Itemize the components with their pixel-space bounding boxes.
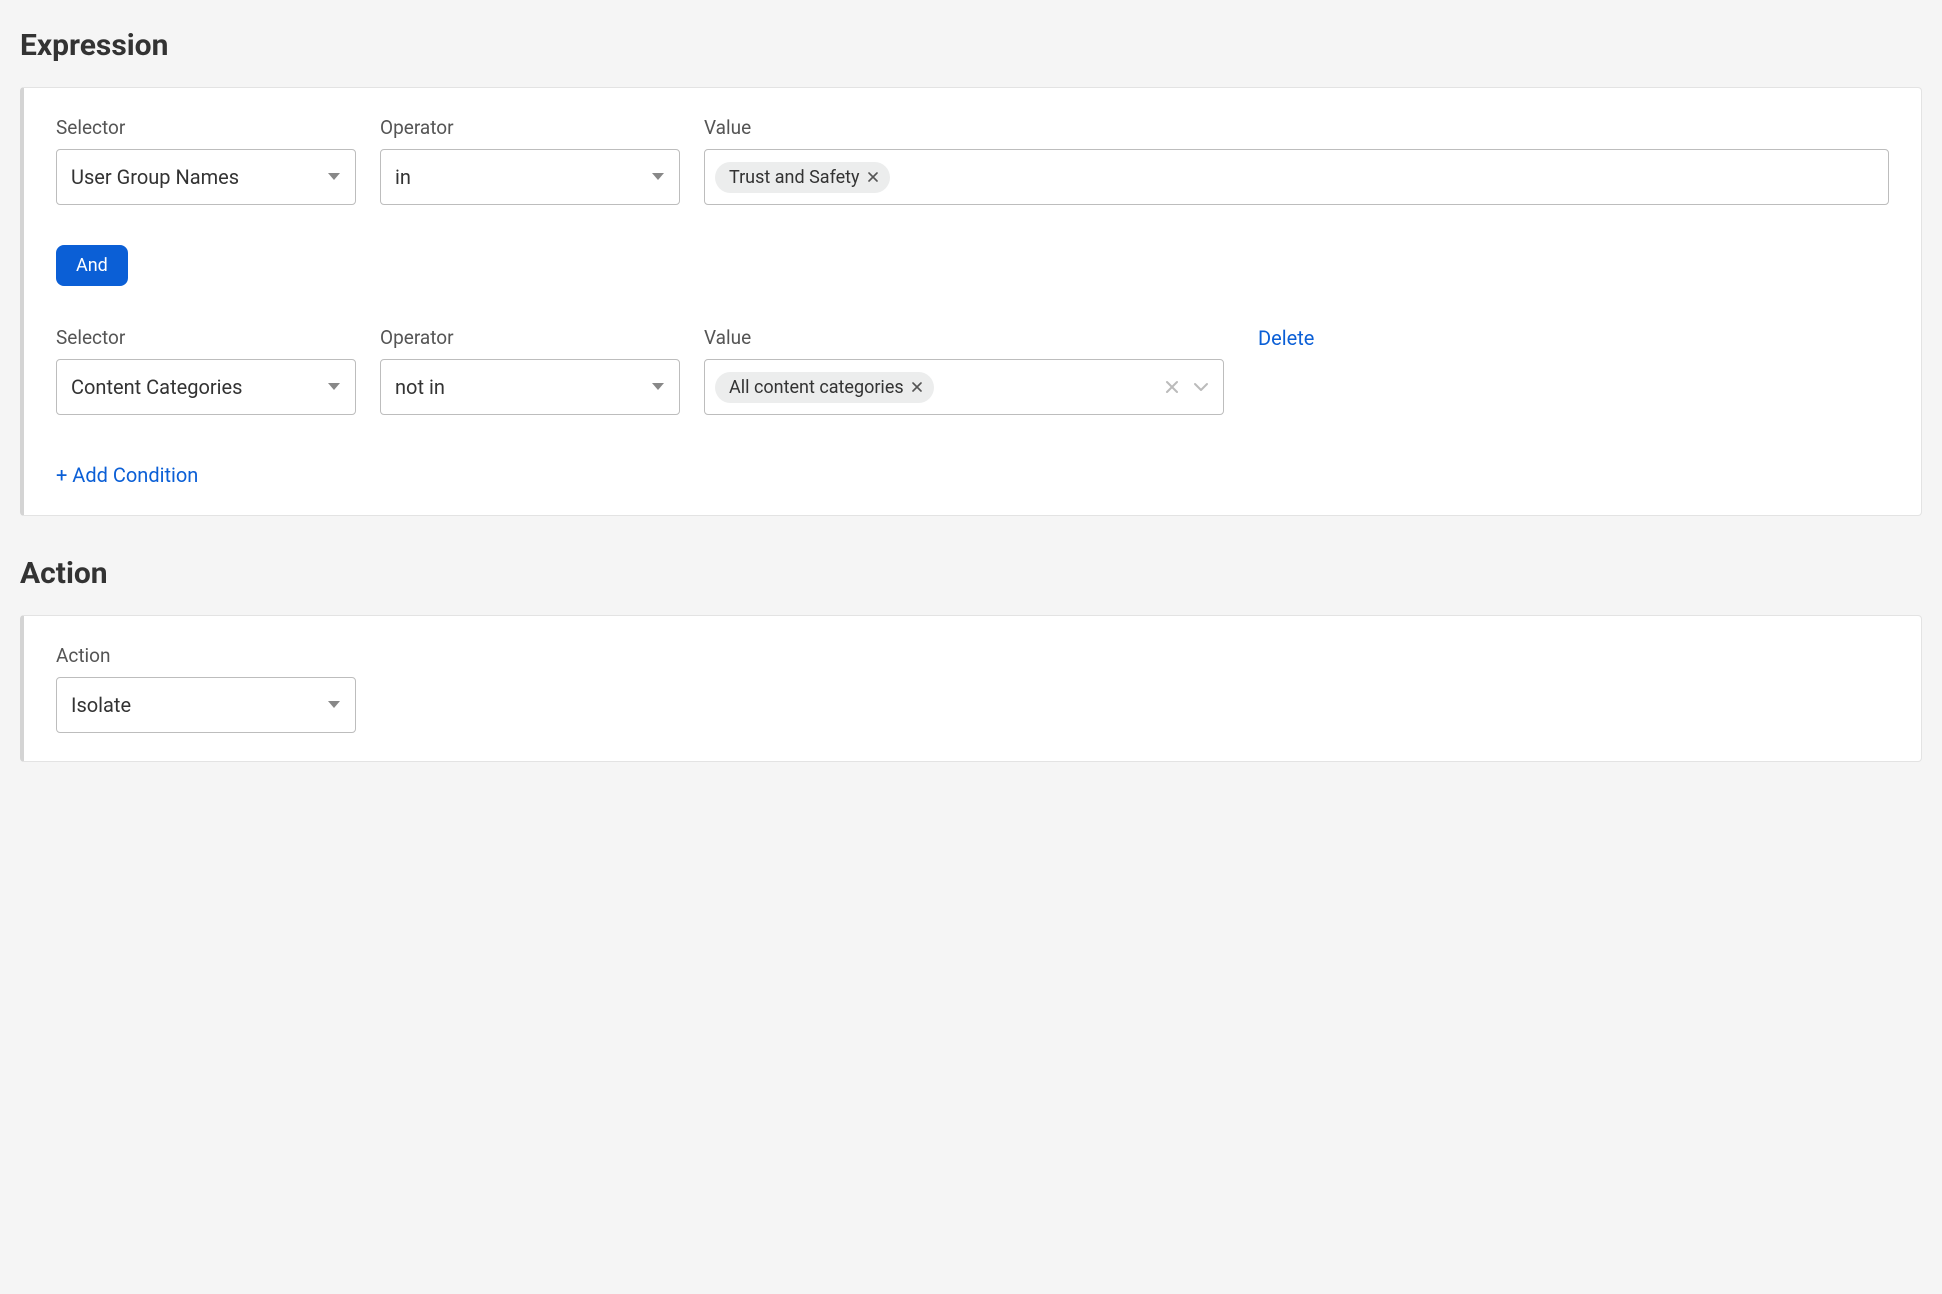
value-tag: All content categories [715, 372, 934, 403]
delete-condition-link[interactable]: Delete [1248, 326, 1314, 354]
action-panel: Action Isolate [20, 615, 1922, 762]
clear-icon[interactable] [1165, 380, 1179, 394]
value-tag-text: All content categories [729, 377, 904, 398]
selector-value: User Group Names [71, 165, 239, 189]
action-label: Action [56, 644, 356, 667]
selector-value: Content Categories [71, 375, 242, 399]
condition-row: Selector User Group Names Operator in [56, 116, 1889, 205]
chevron-down-icon [651, 172, 665, 182]
value-label: Value [704, 116, 1889, 139]
operator-value: in [395, 165, 411, 189]
value-tag-text: Trust and Safety [729, 167, 860, 188]
chevron-down-icon[interactable] [1193, 381, 1209, 393]
selector-label: Selector [56, 116, 356, 139]
action-value: Isolate [71, 693, 131, 717]
condition-row: Selector Content Categories Operator not… [56, 326, 1889, 415]
operator-value: not in [395, 375, 445, 399]
value-tag-input[interactable]: All content categories [704, 359, 1224, 415]
chevron-down-icon [327, 382, 341, 392]
value-tag: Trust and Safety [715, 162, 890, 193]
add-condition-link[interactable]: + Add Condition [56, 463, 198, 487]
value-tag-input[interactable]: Trust and Safety [704, 149, 1889, 205]
selector-select[interactable]: Content Categories [56, 359, 356, 415]
action-select[interactable]: Isolate [56, 677, 356, 733]
chevron-down-icon [327, 172, 341, 182]
chevron-down-icon [327, 700, 341, 710]
action-section-title: Action [20, 556, 1922, 591]
operator-select[interactable]: in [380, 149, 680, 205]
selector-label: Selector [56, 326, 356, 349]
chevron-down-icon [651, 382, 665, 392]
value-label: Value [704, 326, 1224, 349]
operator-select[interactable]: not in [380, 359, 680, 415]
conjunction-button[interactable]: And [56, 245, 128, 286]
expression-section-title: Expression [20, 28, 1922, 63]
operator-label: Operator [380, 116, 680, 139]
operator-label: Operator [380, 326, 680, 349]
tag-remove-icon[interactable] [912, 382, 922, 392]
selector-select[interactable]: User Group Names [56, 149, 356, 205]
tag-remove-icon[interactable] [868, 172, 878, 182]
expression-panel: Selector User Group Names Operator in [20, 87, 1922, 516]
